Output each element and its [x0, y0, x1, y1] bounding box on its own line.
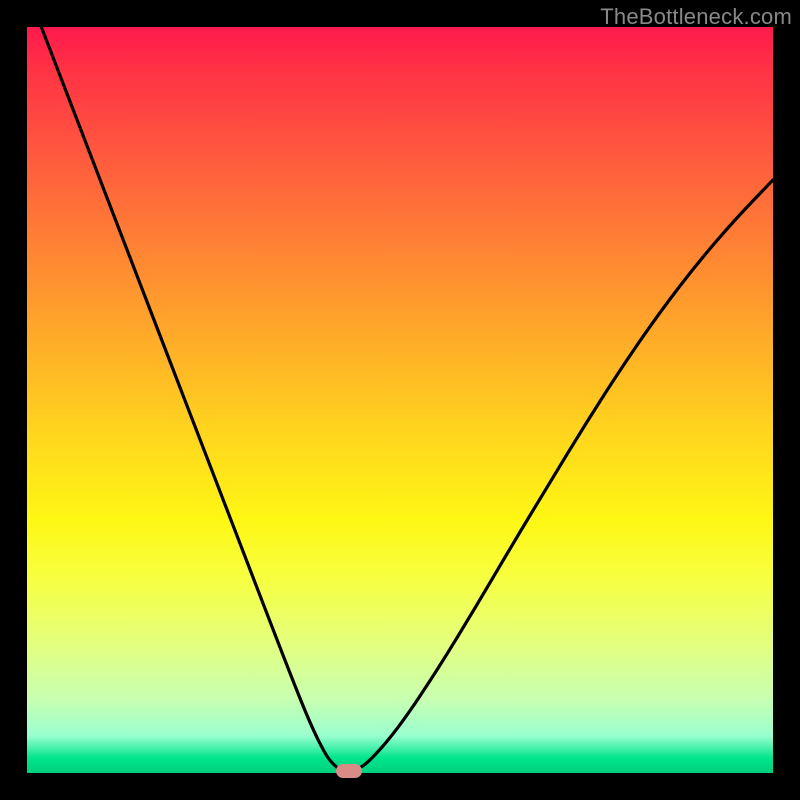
- minimum-marker: [336, 764, 362, 778]
- bottleneck-curve: [27, 27, 773, 773]
- watermark-label: TheBottleneck.com: [600, 4, 792, 30]
- chart-frame: TheBottleneck.com: [0, 0, 800, 800]
